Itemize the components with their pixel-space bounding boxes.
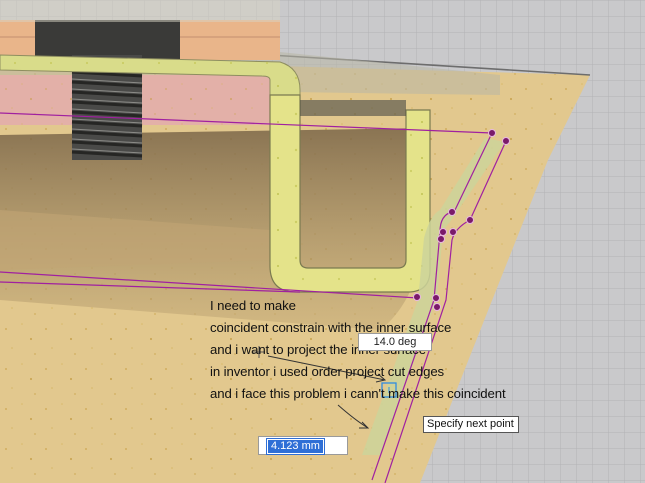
length-dimension-box[interactable]: 4.123 mm (258, 436, 348, 455)
angle-dimension-input[interactable]: 14.0 deg (358, 333, 432, 351)
annotation-line-4: in inventor i used order project cut edg… (210, 364, 445, 379)
cad-viewport[interactable]: I need to make coincident constrain with… (0, 0, 645, 483)
length-dimension-input[interactable]: 4.123 mm (266, 438, 325, 455)
next-point-tooltip: Specify next point (423, 416, 519, 433)
annotation-line-5: and i face this problem i cann't make th… (210, 386, 506, 401)
model-canvas[interactable] (0, 0, 645, 483)
annotation-line-1: I need to make (210, 298, 296, 313)
